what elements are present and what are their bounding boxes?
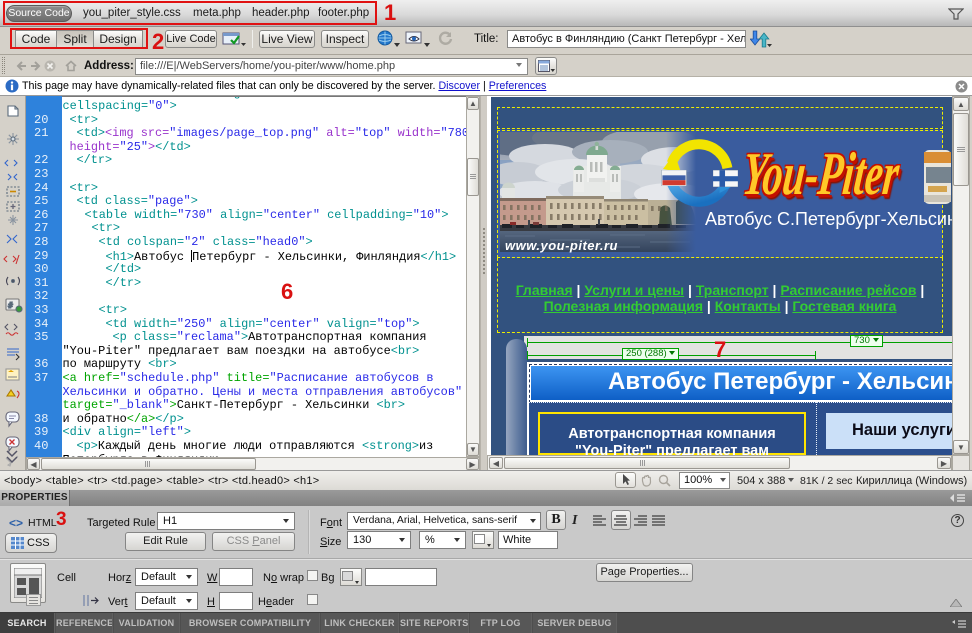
svg-text:#: # — [8, 301, 13, 310]
